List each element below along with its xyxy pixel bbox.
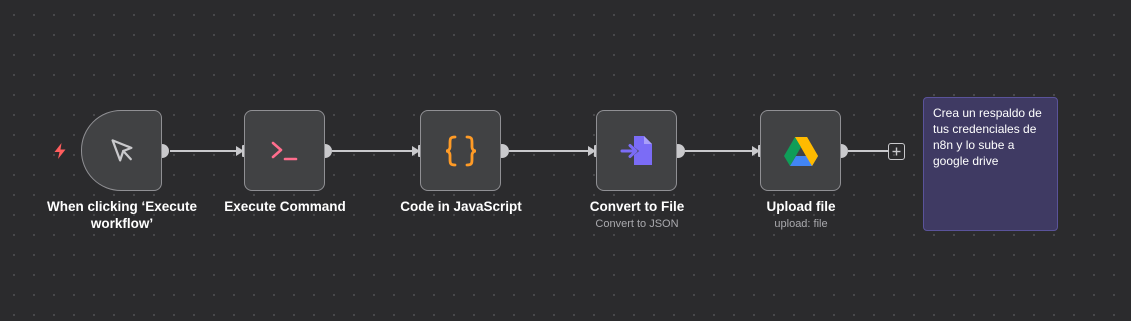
node-upload-file[interactable] [760, 110, 841, 191]
node-label-execute-command: Execute Command [224, 199, 346, 214]
node-sublabel-upload-file: upload: file [774, 218, 828, 230]
node-convert-to-file[interactable] [596, 110, 677, 191]
node-label-code-javascript: Code in JavaScript [400, 199, 522, 214]
node-execute-command[interactable] [244, 110, 325, 191]
node-label-trigger: When clicking ‘Execute workflow’ [46, 199, 198, 231]
braces-icon [445, 135, 476, 166]
node-label-convert-to-file: Convert to File [589, 199, 685, 214]
node-sublabel-convert-to-file: Convert to JSON [595, 218, 679, 230]
cursor-icon [111, 138, 132, 161]
file-import-icon [620, 135, 652, 165]
trigger-bolt-icon [54, 143, 66, 159]
plus-icon [892, 147, 901, 156]
node-label-upload-file: Upload file [766, 199, 836, 214]
node-trigger[interactable] [81, 110, 162, 191]
node-code-javascript[interactable] [420, 110, 501, 191]
add-node-button[interactable] [888, 143, 905, 160]
workflow-canvas[interactable]: When clicking ‘Execute workflow’ Execute… [0, 0, 1131, 321]
google-drive-icon [783, 136, 818, 166]
sticky-note[interactable]: Crea un respaldo de tus credenciales de … [923, 97, 1058, 231]
terminal-icon [271, 141, 297, 160]
